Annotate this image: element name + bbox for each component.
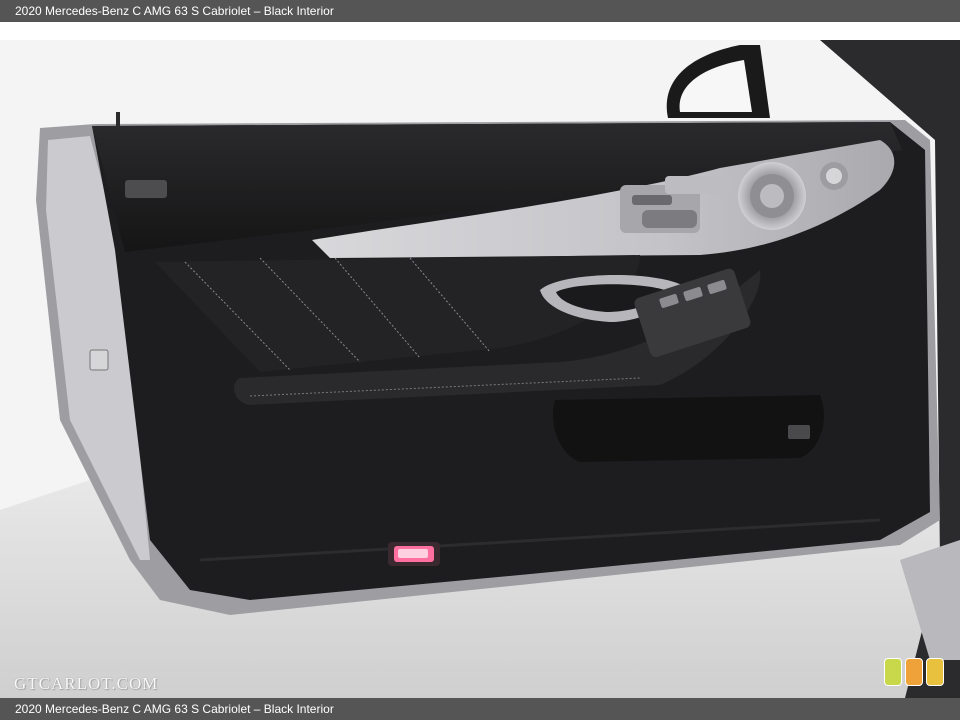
panel-badge [125, 180, 167, 198]
gtcarlot-logo [884, 658, 946, 688]
lock-pin [116, 112, 120, 128]
car-door-photo [0, 40, 960, 698]
logo-cell-yellow [926, 658, 944, 686]
door-latch [89, 349, 109, 371]
logo-cell-orange [905, 658, 923, 686]
door-pocket [552, 395, 824, 462]
caption-top: 2020 Mercedes-Benz C AMG 63 S Cabriolet … [0, 0, 960, 22]
memory-buttons [665, 176, 731, 194]
gtcarlot-watermark: GTCARLOT.COM [14, 674, 159, 693]
logo-cell-green [884, 658, 902, 686]
caption-bottom: 2020 Mercedes-Benz C AMG 63 S Cabriolet … [0, 698, 960, 720]
